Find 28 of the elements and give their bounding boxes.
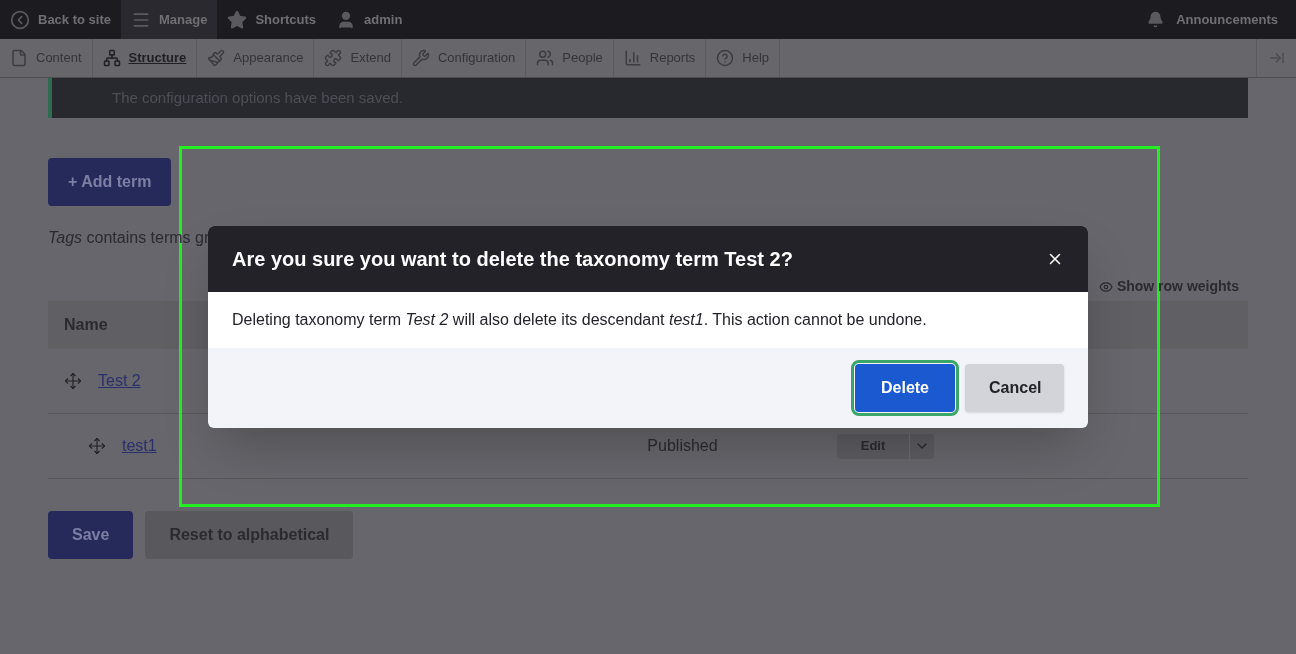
brush-icon xyxy=(207,49,226,67)
hierarchy-icon xyxy=(102,49,121,67)
collapse-icon[interactable] xyxy=(1268,50,1285,66)
drag-handle-icon[interactable] xyxy=(64,372,82,390)
dialog-message: Deleting taxonomy term Test 2 will also delete its descendant test1. This action cannot be undone. xyxy=(232,310,927,330)
dialog-button[interactable]: Cancel xyxy=(965,364,1064,412)
term-link[interactable]: Test 2 xyxy=(98,369,141,393)
drag-handle-icon[interactable] xyxy=(88,437,106,455)
toolbar-tab[interactable]: Manage xyxy=(121,0,218,39)
people-icon xyxy=(536,49,555,67)
term-link[interactable]: test1 xyxy=(122,434,157,458)
document-icon xyxy=(10,49,28,67)
bell-icon xyxy=(1147,11,1165,28)
star-icon xyxy=(227,9,248,30)
wrench-icon xyxy=(411,49,430,67)
puzzle-icon xyxy=(324,49,343,67)
eye-icon xyxy=(1098,279,1113,294)
toolbar-tab[interactable]: Back to site xyxy=(0,0,121,39)
bar-chart-icon xyxy=(623,49,642,67)
form-button[interactable]: Save xyxy=(48,511,134,559)
announcements-link[interactable]: Announcements xyxy=(1147,9,1296,30)
toolbar-tab[interactable]: admin xyxy=(326,0,413,39)
help-icon xyxy=(716,49,735,67)
admin-menu-item[interactable]: Structure xyxy=(92,39,198,77)
add-term-button[interactable]: + Add term xyxy=(48,158,172,206)
dialog-title: Are you sure you want to delete the taxonomy term Test 2? xyxy=(232,247,793,272)
status-text: Published xyxy=(646,436,719,456)
toolbar-tab[interactable]: Shortcuts xyxy=(217,0,327,39)
